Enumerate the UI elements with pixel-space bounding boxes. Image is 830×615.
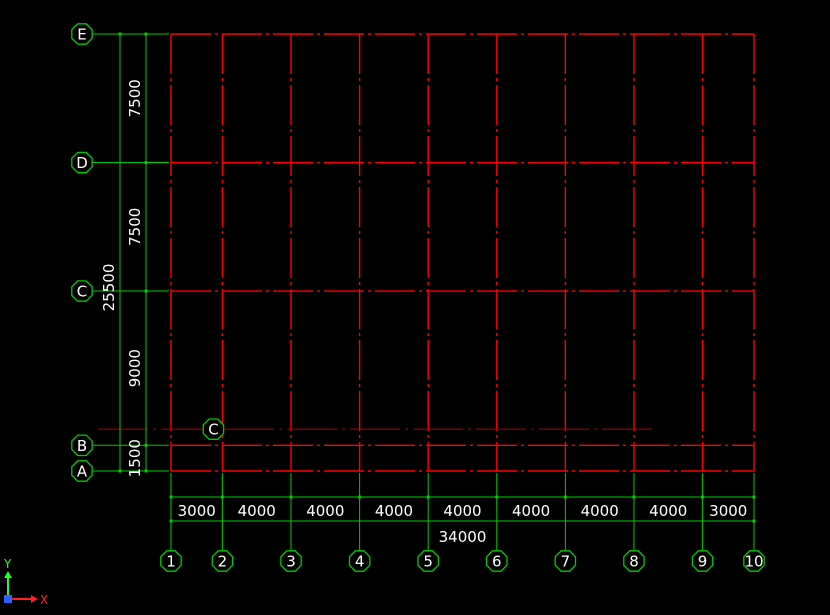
dim-tick-9: [701, 495, 705, 499]
dim-segment-label: 4000: [581, 502, 619, 520]
dim-segment-label: 4000: [238, 502, 276, 520]
axis-grid-plan[interactable]: 3000 4000 4000 4000 4000 4000 4000 4000 3000 3400…: [0, 0, 830, 611]
axis-4-label: 4: [355, 553, 365, 571]
ucs-x-arrow-icon: [31, 595, 38, 603]
axis-8-label: 8: [629, 553, 639, 571]
axis-7-label: 7: [561, 553, 571, 571]
dim-tick-10: [752, 495, 756, 499]
dim-left-segment-label: 9000: [126, 349, 144, 387]
ucs-y-label: Y: [3, 557, 12, 571]
dim-tick-C: [144, 289, 148, 293]
dim-segment-label: 3000: [178, 502, 216, 520]
axis-3-label: 3: [286, 553, 296, 571]
dim-segment-label: 3000: [709, 502, 747, 520]
dim-segment-label: 4000: [443, 502, 481, 520]
axis-bubbles-layer: 1 2 3 4 5 6 7 8 9 10 AB C D E C: [71, 23, 765, 572]
dim-left-segment-label: 7500: [126, 208, 144, 246]
dim-tick-7: [563, 495, 567, 499]
dim-tick-A: [144, 469, 148, 473]
dim-left-segment-label: 7500: [126, 79, 144, 117]
cad-drawing-canvas[interactable]: 3000 4000 4000 4000 4000 4000 4000 4000 3000 3400…: [0, 0, 830, 611]
dim-tick-2: [220, 495, 224, 499]
dim-segment-label: 4000: [512, 502, 550, 520]
dim-tick-D: [144, 161, 148, 165]
axis-B-label: B: [77, 437, 87, 455]
axis-5-label: 5: [423, 553, 433, 571]
dim-segment-label: 4000: [375, 502, 413, 520]
dim-tick-3: [289, 495, 293, 499]
dim-left-segment-label: 1500: [126, 439, 144, 477]
grid-lines-layer: [98, 33, 755, 472]
ucs-x-label: X: [40, 593, 48, 607]
dim-total-tick-0: [169, 519, 173, 523]
dim-tick-4: [358, 495, 362, 499]
dim-left-total-label: 25500: [100, 264, 118, 312]
ucs-origin-icon: [4, 595, 12, 603]
axis-1-label: 1: [166, 553, 176, 571]
axis-extra-C-label: C: [208, 421, 218, 439]
axis-6-label: 6: [492, 553, 502, 571]
dim-tick-5: [426, 495, 430, 499]
dim-total-label: 34000: [439, 528, 487, 546]
axis-A-label: A: [77, 463, 88, 481]
dim-total-tick-1: [752, 519, 756, 523]
dim-segment-label: 4000: [649, 502, 687, 520]
axis-2-label: 2: [218, 553, 228, 571]
dim-left-total-tick-1: [118, 469, 122, 473]
dim-tick-8: [632, 495, 636, 499]
ucs-icon: X Y: [3, 557, 48, 607]
dim-left-total-tick-0: [118, 32, 122, 36]
axis-10-label: 10: [744, 553, 763, 571]
dim-tick-E: [144, 32, 148, 36]
axis-9-label: 9: [698, 553, 708, 571]
axis-D-label: D: [76, 154, 88, 172]
dim-tick-6: [495, 495, 499, 499]
dim-tick-1: [169, 495, 173, 499]
ucs-y-arrow-icon: [4, 571, 12, 578]
axis-C-label: C: [77, 283, 87, 301]
dim-segment-label: 4000: [306, 502, 344, 520]
dim-tick-B: [144, 443, 148, 447]
axis-E-label: E: [77, 26, 86, 44]
